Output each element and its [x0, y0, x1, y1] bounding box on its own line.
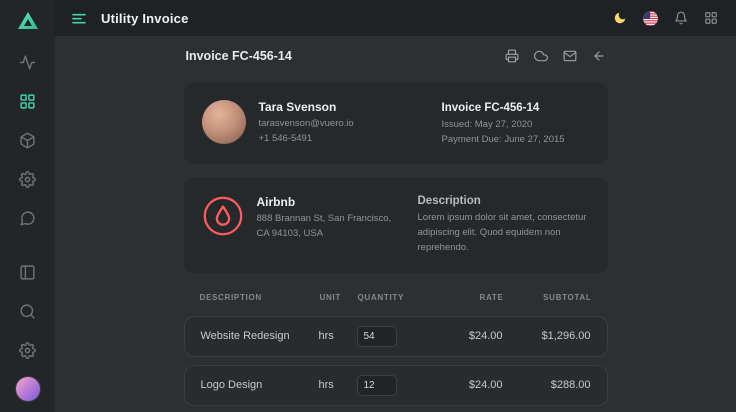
quantity-input[interactable]	[357, 326, 397, 347]
company-card: Airbnb 888 Brannan St, San Francisco, CA…	[184, 178, 608, 272]
top-navbar: Utility Invoice	[55, 0, 736, 36]
company-address-1: 888 Brannan St, San Francisco,	[257, 212, 392, 227]
grid-icon	[19, 93, 36, 110]
invoice-issued-date: Issued: May 27, 2020	[442, 118, 590, 133]
description-text: Lorem ipsum dolor sit amet, consectetur …	[418, 211, 590, 255]
item-unit: hrs	[319, 379, 357, 391]
sidebar-item-messages[interactable]	[0, 199, 55, 238]
sidebar-item-dashboard[interactable]	[0, 82, 55, 121]
table-row: Website Redesign hrs $24.00 $1,296.00	[184, 316, 608, 357]
app-logo[interactable]	[16, 9, 40, 33]
sidebar	[0, 0, 55, 412]
sidebar-bottom-group	[0, 253, 55, 402]
moon-icon[interactable]	[613, 11, 627, 25]
header-rate: RATE	[430, 293, 504, 302]
bell-icon[interactable]	[674, 11, 688, 25]
panels-icon	[19, 264, 36, 281]
main-area: Utility Invoice	[55, 0, 736, 412]
header-description: DESCRIPTION	[200, 293, 320, 302]
item-rate: $24.00	[429, 330, 503, 342]
table-header-row: DESCRIPTION UNIT QUANTITY RATE SUBTOTAL	[184, 287, 608, 308]
sidebar-item-preferences[interactable]	[0, 331, 55, 370]
company-name: Airbnb	[257, 195, 392, 209]
sidebar-item-settings[interactable]	[0, 160, 55, 199]
client-phone: +1 546-5491	[259, 132, 354, 147]
sidebar-item-activity[interactable]	[0, 43, 55, 82]
client-card: Tara Svenson tarasvenson@vuero.io +1 546…	[184, 83, 608, 164]
client-name: Tara Svenson	[259, 100, 354, 114]
apps-icon[interactable]	[704, 11, 718, 25]
cloud-icon[interactable]	[534, 49, 548, 63]
package-icon	[19, 132, 36, 149]
company-address-2: CA 94103, USA	[257, 227, 392, 242]
menu-icon[interactable]	[71, 10, 87, 26]
item-rate: $24.00	[429, 379, 503, 391]
logo-triangle-icon	[16, 9, 40, 33]
invoice-due-date: Payment Due: June 27, 2015	[442, 133, 590, 148]
item-subtotal: $1,296.00	[503, 330, 591, 342]
settings-icon	[19, 342, 36, 359]
invoice-content: Invoice FC-456-14 T	[184, 36, 608, 412]
chat-icon	[19, 210, 36, 227]
activity-icon	[19, 54, 36, 71]
user-avatar[interactable]	[15, 376, 41, 402]
client-email: tarasvenson@vuero.io	[259, 117, 354, 132]
items-table: DESCRIPTION UNIT QUANTITY RATE SUBTOTAL …	[184, 287, 608, 412]
item-description: Logo Design	[201, 379, 319, 391]
sidebar-item-panels[interactable]	[0, 253, 55, 292]
client-avatar	[202, 100, 246, 144]
invoice-number-title: Invoice FC-456-14	[186, 49, 292, 63]
back-arrow-icon[interactable]	[592, 49, 606, 63]
header-subtotal: SUBTOTAL	[504, 293, 592, 302]
table-row: Logo Design hrs $24.00 $288.00	[184, 365, 608, 406]
item-subtotal: $288.00	[503, 379, 591, 391]
printer-icon[interactable]	[505, 49, 519, 63]
invoice-header: Invoice FC-456-14	[184, 36, 608, 83]
item-unit: hrs	[319, 330, 357, 342]
quantity-input[interactable]	[357, 375, 397, 396]
gear-icon	[19, 171, 36, 188]
mail-icon[interactable]	[563, 49, 577, 63]
item-description: Website Redesign	[201, 330, 319, 342]
us-flag-icon[interactable]	[643, 11, 658, 26]
header-unit: UNIT	[320, 293, 358, 302]
header-quantity: QUANTITY	[358, 293, 430, 302]
sidebar-item-search[interactable]	[0, 292, 55, 331]
airbnb-logo-icon	[202, 195, 244, 237]
sidebar-item-products[interactable]	[0, 121, 55, 160]
page-title: Utility Invoice	[101, 11, 189, 26]
invoice-meta-number: Invoice FC-456-14	[442, 102, 590, 114]
search-icon	[19, 303, 36, 320]
description-title: Description	[418, 195, 590, 207]
